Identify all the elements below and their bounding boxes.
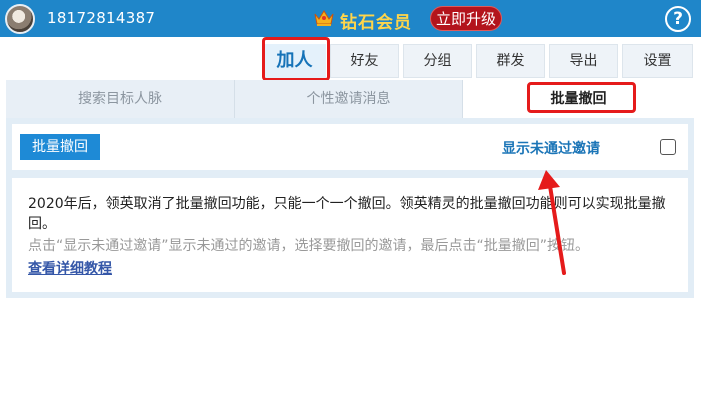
help-icon[interactable]: ?	[665, 6, 691, 32]
subtab-search-contacts[interactable]: 搜索目标人脉	[6, 80, 235, 118]
header-bar: 18172814387 钻石会员 立即升级 ?	[0, 0, 701, 37]
account-phone: 18172814387	[47, 9, 156, 27]
vip-label: 钻石会员	[340, 13, 412, 33]
tab-friends[interactable]: 好友	[330, 44, 399, 78]
sub-tab-bar: 搜索目标人脉 个性邀请消息 批量撤回	[6, 80, 694, 118]
upgrade-button[interactable]: 立即升级	[430, 6, 502, 31]
tab-export[interactable]: 导出	[549, 44, 618, 78]
avatar[interactable]	[5, 4, 35, 34]
tab-broadcast[interactable]: 群发	[476, 44, 545, 78]
subtab-bulk-withdraw[interactable]: 批量撤回	[463, 80, 694, 118]
info-description: 2020年后，领英取消了批量撤回功能，只能一个一个撤回。领英精灵的批量撤回功能则…	[28, 196, 666, 232]
tab-groups[interactable]: 分组	[403, 44, 472, 78]
crown-icon	[314, 10, 334, 26]
content-panel: 搜索目标人脉 个性邀请消息 批量撤回 批量撤回 显示未通过邀请 2020年后，领…	[6, 80, 694, 298]
tab-add-people[interactable]: 加人	[263, 44, 326, 78]
info-instructions: 点击“显示未通过邀请”显示未通过的邀请，选择要撤回的邀请，最后点击“批量撤回”按…	[28, 238, 590, 254]
tutorial-link[interactable]: 查看详细教程	[28, 259, 112, 279]
subtab-custom-invite[interactable]: 个性邀请消息	[235, 80, 463, 118]
tab-settings[interactable]: 设置	[622, 44, 693, 78]
app-window: 18172814387 钻石会员 立即升级 ? 加人 好友 分组 群发 导出 设…	[0, 0, 701, 415]
show-pending-invites-label[interactable]: 显示未通过邀请	[502, 138, 600, 158]
info-box: 2020年后，领英取消了批量撤回功能，只能一个一个撤回。领英精灵的批量撤回功能则…	[12, 178, 688, 292]
show-pending-checkbox[interactable]	[660, 139, 676, 155]
toolbar: 批量撤回 显示未通过邀请	[12, 124, 688, 170]
bulk-withdraw-button[interactable]: 批量撤回	[20, 134, 100, 160]
